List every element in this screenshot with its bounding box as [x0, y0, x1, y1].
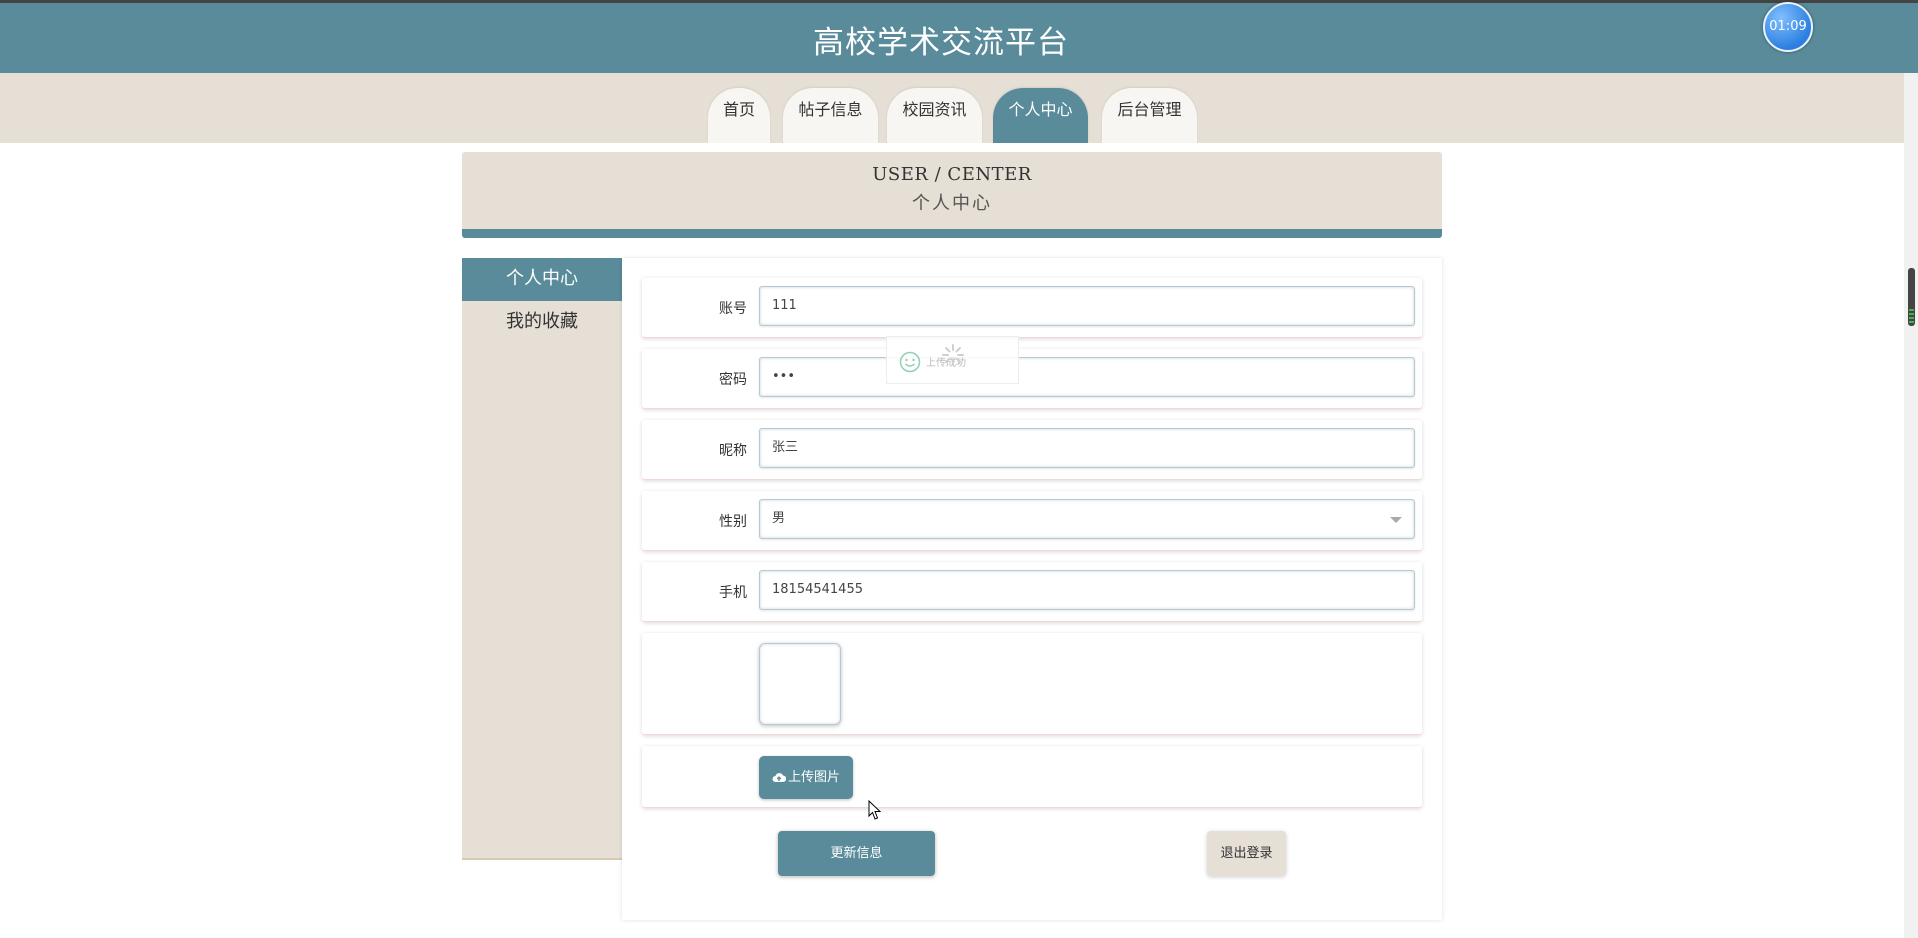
- gender-select-value: 男: [772, 511, 786, 526]
- password-label: 密码: [719, 372, 747, 388]
- upload-row: 上传图片: [642, 746, 1422, 808]
- nickname-input[interactable]: 张三: [759, 428, 1415, 468]
- timer-badge[interactable]: 01:09: [1763, 2, 1813, 52]
- scrollbar-thumb-grip: [1909, 309, 1914, 325]
- password-row: 密码 •••: [642, 349, 1422, 409]
- gender-row: 性别 男: [642, 491, 1422, 551]
- phone-row: 手机 18154541455: [642, 562, 1422, 622]
- phone-label: 手机: [719, 585, 747, 601]
- site-title: 高校学术交流平台: [813, 25, 1069, 61]
- nav-tab-admin[interactable]: 后台管理: [1102, 88, 1197, 143]
- account-label: 账号: [719, 301, 747, 317]
- logout-button[interactable]: 退出登录: [1207, 831, 1286, 876]
- top-header: 高校学术交流平台: [0, 0, 1918, 73]
- phone-input[interactable]: 18154541455: [759, 570, 1415, 610]
- avatar-row: [642, 633, 1422, 735]
- nav-tab-posts[interactable]: 帖子信息: [783, 88, 878, 143]
- banner-title-cn: 个人中心: [912, 193, 992, 214]
- profile-form: 账号 111 密码 ••• 昵称 张三 性别 男 手机 18154541455 …: [622, 258, 1442, 920]
- cloud-upload-icon: [772, 773, 787, 782]
- gender-label: 性别: [719, 514, 747, 530]
- password-input[interactable]: •••: [759, 357, 1415, 397]
- gender-select[interactable]: 男: [759, 499, 1415, 539]
- loading-spinner-icon: [942, 344, 964, 366]
- nav-tab-home[interactable]: 首页: [708, 88, 770, 143]
- user-center-banner: USER / CENTER 个人中心: [462, 152, 1442, 238]
- smile-icon: [899, 351, 921, 373]
- side-item-user-center[interactable]: 个人中心: [462, 258, 622, 301]
- mouse-cursor-icon: [868, 800, 882, 820]
- nickname-row: 昵称 张三: [642, 420, 1422, 480]
- nav-tab-campus-news[interactable]: 校园资讯: [887, 88, 982, 143]
- main-nav: 首页 帖子信息 校园资讯 个人中心 后台管理: [0, 73, 1904, 143]
- account-row: 账号 111: [642, 278, 1422, 338]
- avatar-preview: [759, 643, 841, 725]
- chevron-down-icon: [1390, 517, 1402, 523]
- side-menu: 个人中心 我的收藏: [462, 258, 622, 860]
- upload-image-label: 上传图片: [787, 770, 840, 785]
- nav-tab-user-center[interactable]: 个人中心: [993, 88, 1088, 143]
- upload-image-button[interactable]: 上传图片: [759, 756, 853, 799]
- update-info-button[interactable]: 更新信息: [778, 831, 935, 876]
- upload-success-toast: 上传成功: [886, 336, 1019, 384]
- nickname-label: 昵称: [719, 443, 747, 459]
- page-scrollbar[interactable]: [1904, 73, 1918, 938]
- banner-title-en: USER / CENTER: [872, 164, 1032, 185]
- side-item-favorites[interactable]: 我的收藏: [462, 301, 622, 344]
- account-input[interactable]: 111: [759, 286, 1415, 326]
